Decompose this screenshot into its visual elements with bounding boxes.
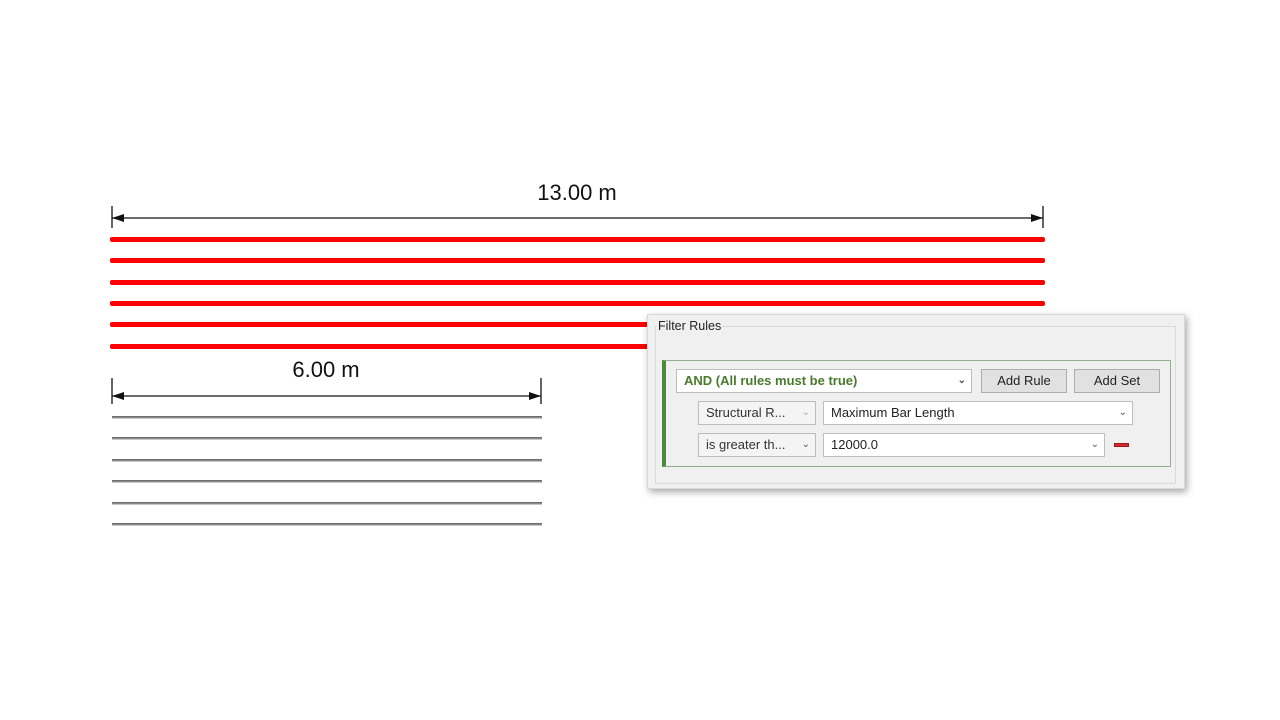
value-input[interactable]: 12000.0 ⌄ (823, 433, 1105, 457)
chevron-down-icon: ⌄ (1090, 439, 1099, 450)
chevron-down-icon: ⌄ (801, 439, 810, 450)
operator-value: AND (All rules must be true) (684, 373, 858, 388)
parameter-dropdown[interactable]: Maximum Bar Length ⌄ (823, 401, 1133, 425)
short-bar (112, 523, 542, 526)
chevron-down-icon: ⌄ (957, 375, 966, 386)
minus-icon[interactable] (1114, 443, 1129, 447)
condition-value: is greater th... (706, 437, 786, 452)
value-text: 12000.0 (831, 437, 878, 452)
long-bar (110, 258, 1045, 263)
condition-dropdown[interactable]: is greater th... ⌄ (698, 433, 816, 457)
category-dropdown[interactable]: Structural R... ⌄ (698, 401, 816, 425)
long-bar (110, 301, 1045, 306)
short-bar (112, 437, 542, 440)
long-dimension-line (111, 206, 1044, 228)
long-bar (110, 237, 1045, 242)
short-bar (112, 459, 542, 462)
rule-set: AND (All rules must be true) ⌄ Add Rule … (662, 360, 1171, 467)
short-bar (112, 416, 542, 419)
short-dimension-label: 6.00 m (292, 357, 360, 382)
short-bar (112, 502, 542, 505)
add-set-button[interactable]: Add Set (1074, 369, 1160, 393)
chevron-down-icon: ⌄ (801, 407, 810, 418)
add-rule-button[interactable]: Add Rule (981, 369, 1067, 393)
long-bar (110, 280, 1045, 285)
category-value: Structural R... (706, 405, 786, 420)
chevron-down-icon: ⌄ (1118, 407, 1127, 418)
filter-rules-panel: Filter Rules AND (All rules must be true… (647, 314, 1185, 489)
operator-dropdown[interactable]: AND (All rules must be true) ⌄ (676, 369, 972, 393)
parameter-value: Maximum Bar Length (831, 405, 955, 420)
drawing-canvas: 13.00 m 6.00 m Filter Rules AND (All rul… (0, 0, 1280, 720)
filter-rules-title: Filter Rules (657, 319, 723, 333)
short-bar (112, 480, 542, 483)
